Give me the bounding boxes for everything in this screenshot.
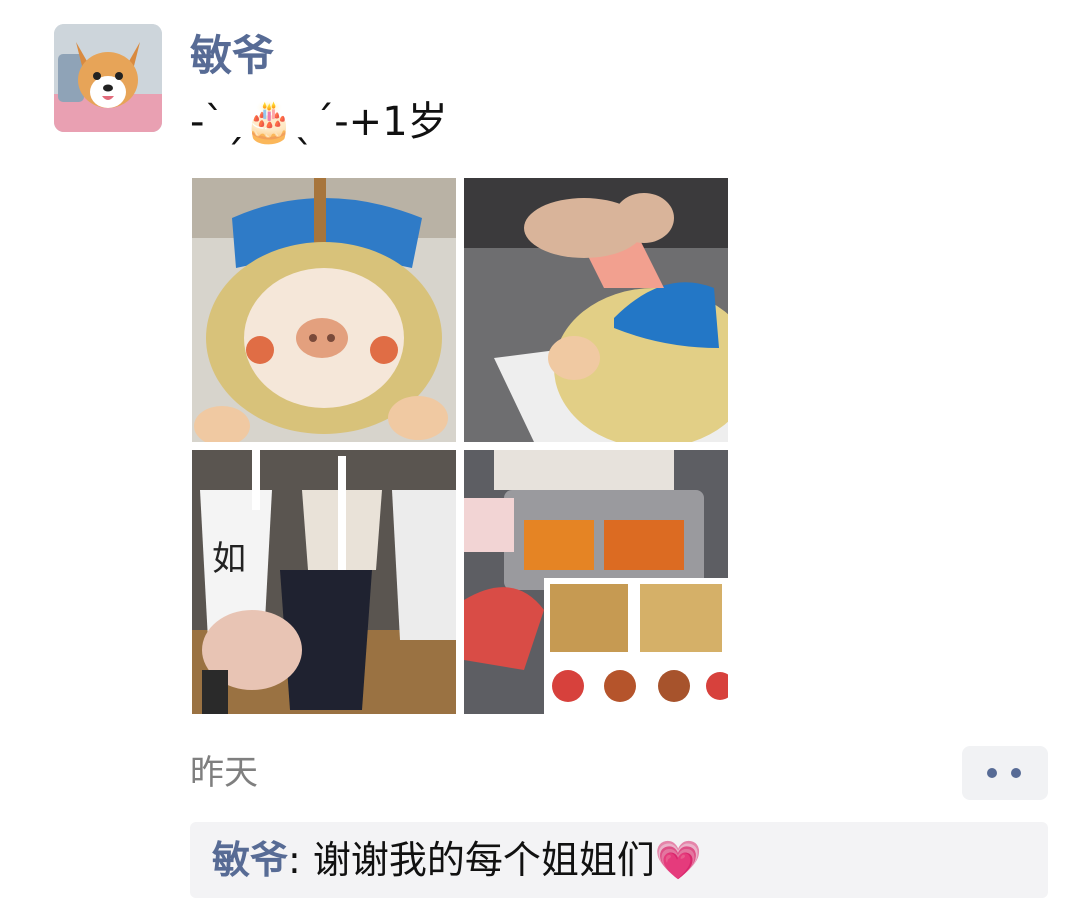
post-text: -ˋˏ🎂ˎˊ-+1岁 — [190, 99, 448, 145]
more-actions-button[interactable] — [962, 746, 1048, 800]
comment-separator: : — [288, 838, 313, 882]
photo-hotpot-table[interactable] — [464, 450, 728, 714]
comment-text: 谢谢我的每个姐姐们💗 — [312, 838, 703, 882]
photo-milk-tea-cups[interactable]: 如 — [192, 450, 456, 714]
comments-section: 敏爷: 谢谢我的每个姐姐们💗 — [190, 822, 1048, 898]
comment-item[interactable]: 敏爷: 谢谢我的每个姐姐们💗 — [212, 832, 702, 888]
comment-author[interactable]: 敏爷 — [212, 838, 288, 882]
photo-cake-pig-front[interactable] — [192, 178, 456, 442]
corgi-avatar-image — [54, 24, 162, 132]
post-timestamp: 昨天 — [190, 753, 258, 793]
two-dots-icon — [1011, 768, 1021, 778]
svg-text:如: 如 — [212, 539, 246, 579]
photo-cake-cutting[interactable] — [464, 178, 728, 442]
post-author-name[interactable]: 敏爷 — [190, 28, 274, 84]
two-dots-icon — [987, 768, 997, 778]
author-avatar[interactable] — [54, 24, 162, 132]
